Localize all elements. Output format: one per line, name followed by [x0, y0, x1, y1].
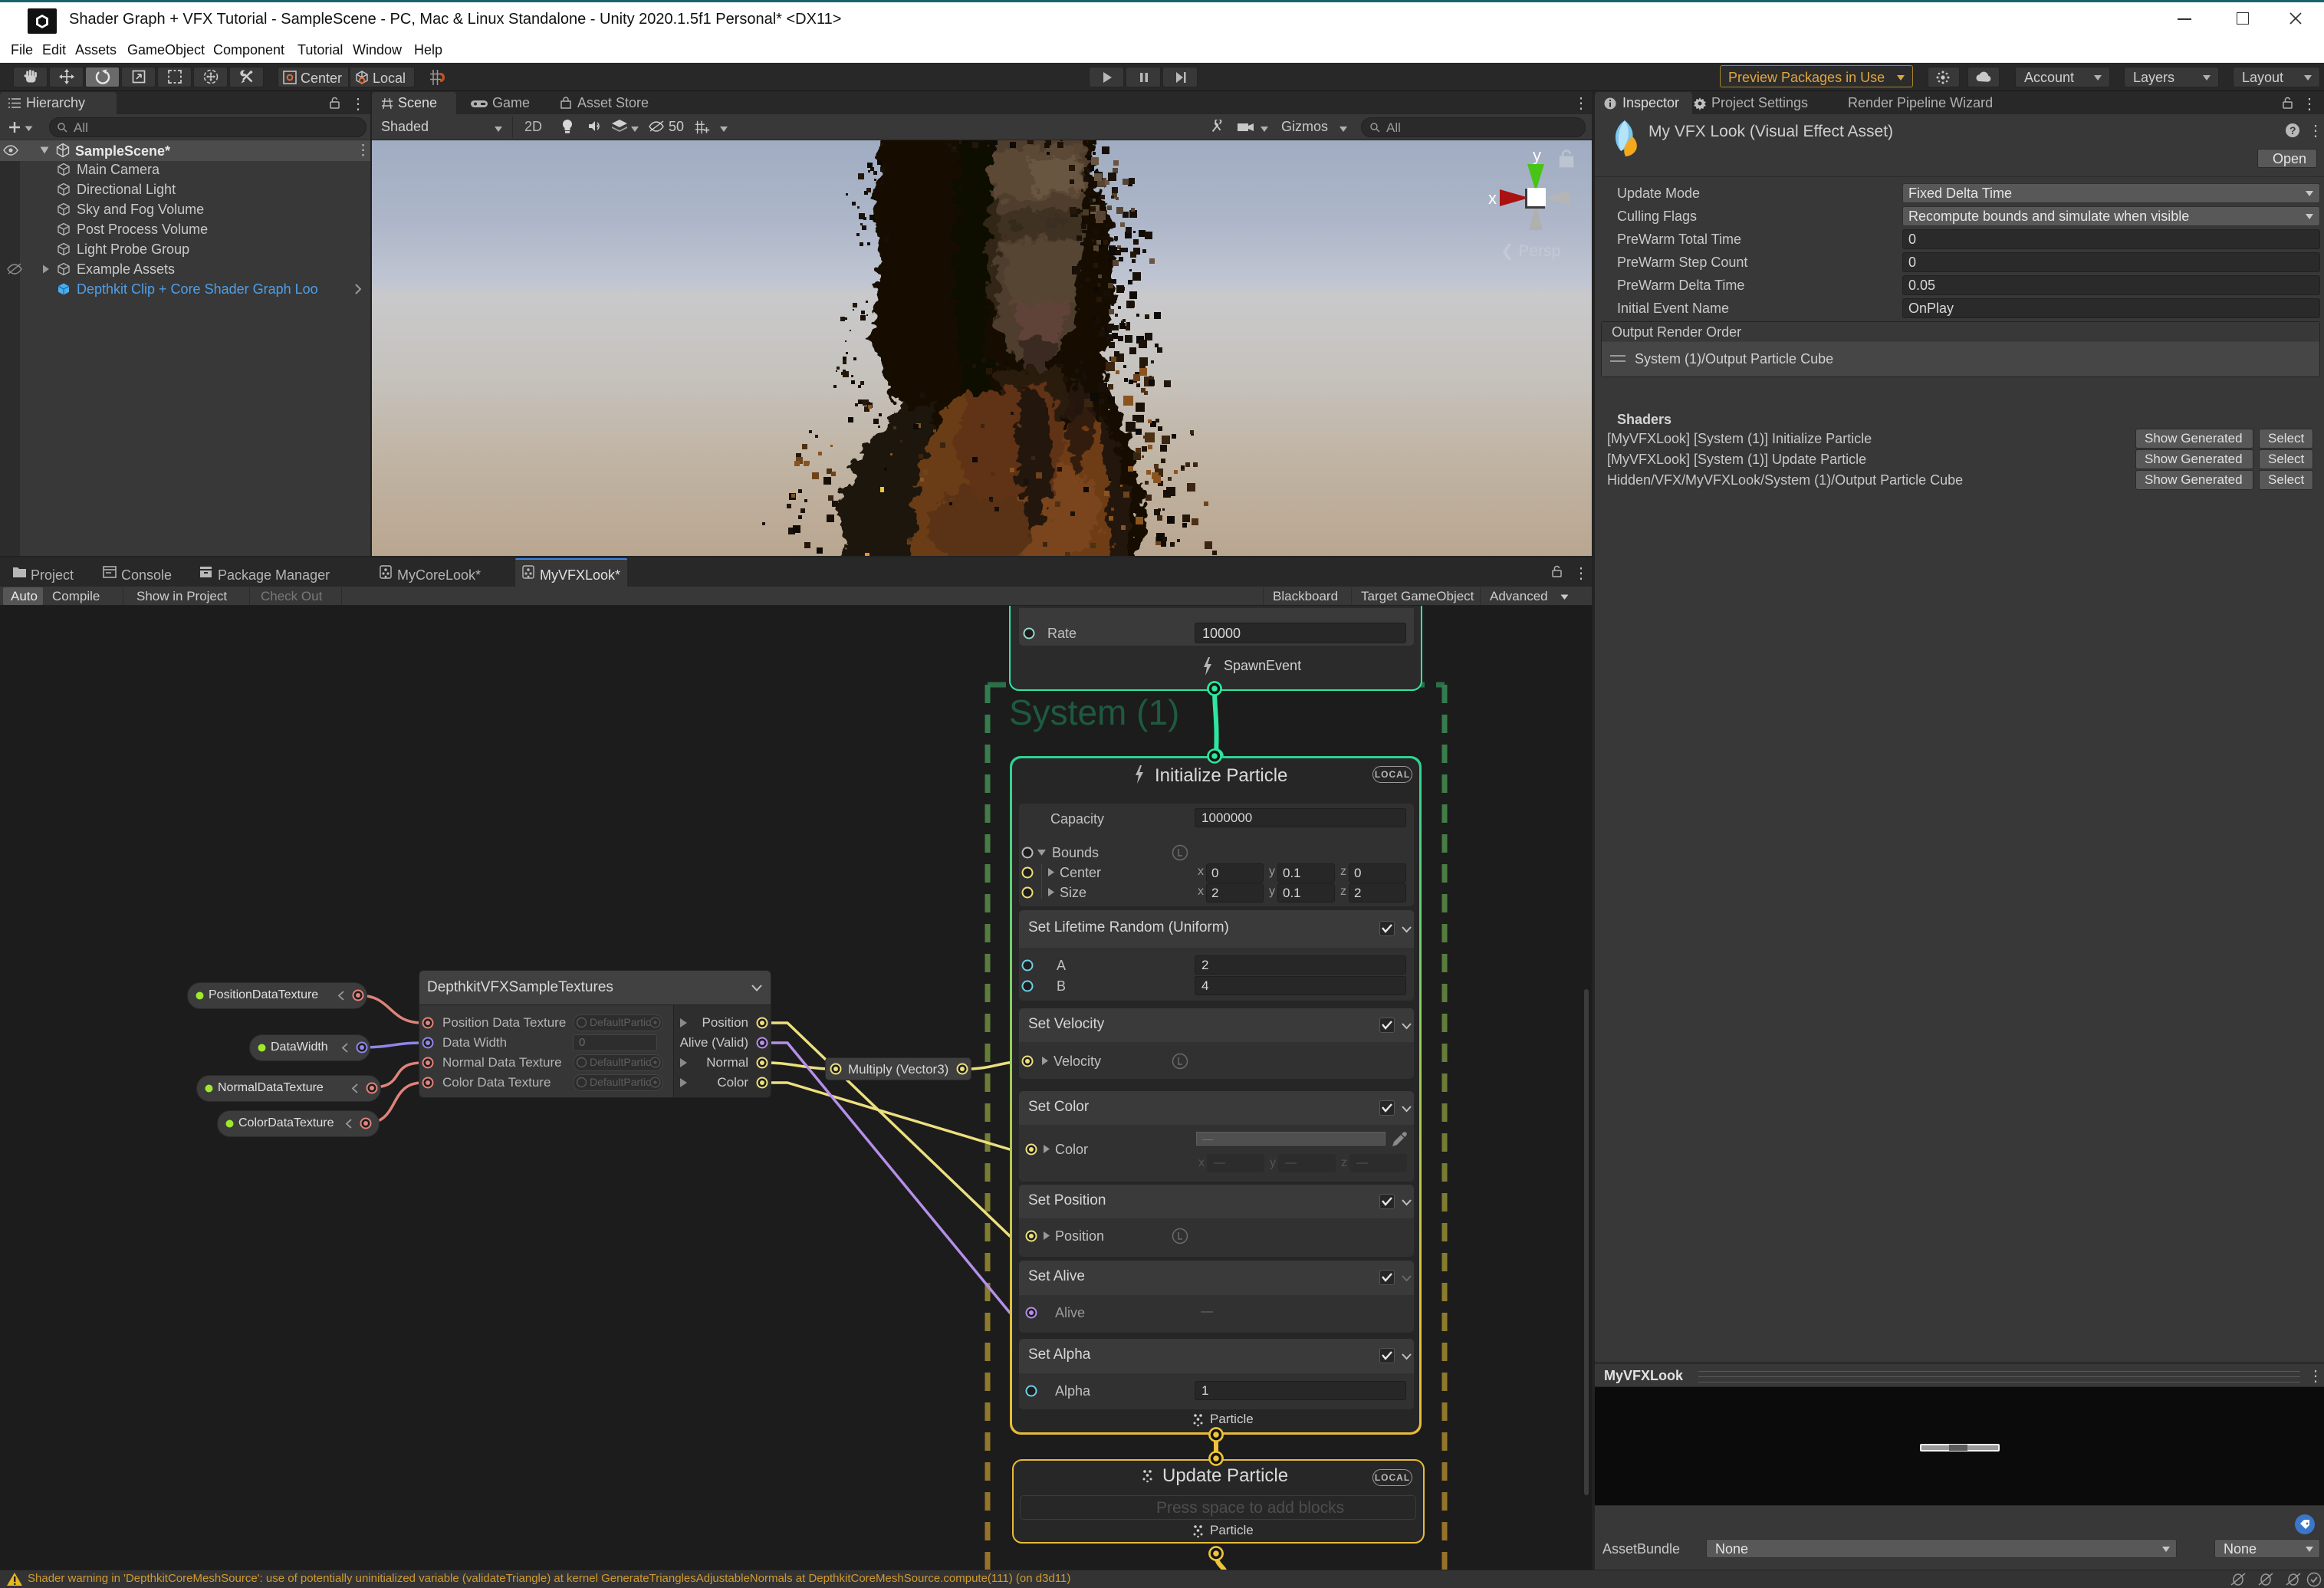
svg-text:y: y	[1533, 146, 1541, 165]
svg-text:x: x	[1488, 189, 1497, 208]
svg-text:❮ Persp: ❮ Persp	[1501, 242, 1560, 261]
svg-text:?: ?	[2289, 124, 2296, 136]
